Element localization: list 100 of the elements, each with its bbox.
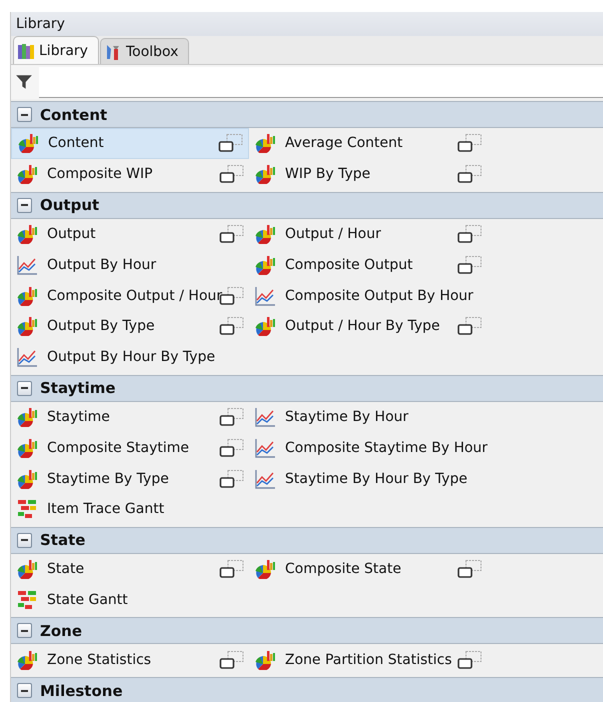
item-label: Staytime <box>47 408 111 425</box>
library-item[interactable]: Staytime By Type <box>11 463 249 494</box>
item-label: Average Content <box>285 135 404 152</box>
popout-windows-icon[interactable] <box>457 316 483 336</box>
library-item[interactable]: Composite Output / Hour <box>11 280 249 311</box>
section-header[interactable]: Content <box>11 101 603 128</box>
line-chart-icon <box>17 347 37 368</box>
library-item[interactable]: Composite Output <box>249 249 487 280</box>
item-label: Zone Partition Statistics <box>285 652 453 668</box>
pie-chart-icon <box>17 559 37 580</box>
library-item[interactable]: Average Content <box>249 128 487 159</box>
popout-windows-icon[interactable] <box>219 438 245 458</box>
books-icon <box>17 42 35 60</box>
popout-windows-icon[interactable] <box>219 468 245 489</box>
library-item[interactable]: Staytime By Hour By Type <box>249 463 487 494</box>
popout-windows-icon[interactable] <box>219 316 245 336</box>
item-label: State <box>47 561 86 578</box>
item-label: Output / Hour By Type <box>285 318 441 334</box>
library-item[interactable]: Composite State <box>249 554 487 585</box>
popout-windows-icon[interactable] <box>457 254 483 275</box>
library-item[interactable]: State Gantt <box>11 584 249 616</box>
popout-windows-icon[interactable] <box>219 224 245 244</box>
popout-windows-icon[interactable] <box>219 406 245 427</box>
pie-chart-icon <box>18 133 38 154</box>
item-label: Composite Staytime <box>47 440 190 456</box>
library-item[interactable]: Staytime <box>11 402 249 432</box>
section-title: Staytime <box>40 379 116 398</box>
item-label: Output / Hour <box>285 226 382 242</box>
library-item[interactable]: Item Trace Gantt <box>11 494 249 525</box>
gantt-chart-icon <box>17 590 37 610</box>
item-label: Item Trace Gantt <box>47 501 166 518</box>
pie-chart-icon <box>17 286 37 306</box>
filter-field[interactable] <box>39 66 603 98</box>
section-title: Content <box>40 106 108 124</box>
collapse-toggle[interactable] <box>17 198 32 213</box>
library-item[interactable]: Content <box>11 128 249 159</box>
pie-chart-icon <box>17 406 37 427</box>
library-item[interactable]: State <box>11 554 249 585</box>
pie-chart-icon <box>255 254 275 275</box>
tab[interactable]: Toolbox <box>100 38 190 64</box>
library-item[interactable]: Composite Staytime By Hour <box>249 432 487 464</box>
section-title: Output <box>40 196 100 214</box>
popout-windows-icon[interactable] <box>457 650 483 670</box>
library-item[interactable]: Output By Hour <box>11 249 249 280</box>
section-header[interactable]: Output <box>11 192 603 219</box>
pie-chart-icon <box>17 316 37 336</box>
section-header[interactable]: Staytime <box>11 374 603 402</box>
tab[interactable]: Library <box>13 36 99 64</box>
filter-icon[interactable] <box>15 73 33 91</box>
section-header[interactable]: Milestone <box>11 677 603 702</box>
popout-windows-icon[interactable] <box>219 559 245 580</box>
library-item[interactable]: Zone Partition Statistics <box>249 644 487 676</box>
library-item[interactable]: Output <box>11 218 249 250</box>
library-item[interactable]: Composite Output By Hour <box>249 280 487 311</box>
popout-windows-icon[interactable] <box>218 133 244 154</box>
item-label: State Gantt <box>47 592 129 608</box>
section-title: Milestone <box>40 682 123 700</box>
item-label: Composite Staytime By Hour <box>285 440 488 456</box>
item-label: Output By Hour By Type <box>47 349 216 366</box>
library-item[interactable]: Output By Hour By Type <box>11 342 249 373</box>
line-chart-icon <box>255 438 275 458</box>
library-item[interactable]: Output / Hour <box>249 218 487 250</box>
pie-chart-icon <box>17 438 37 458</box>
library-item[interactable]: Composite Staytime <box>11 432 249 464</box>
library-item[interactable]: Composite WIP <box>11 158 249 190</box>
pie-chart-icon <box>17 650 37 670</box>
item-label: Output <box>47 226 97 242</box>
pie-chart-icon <box>255 559 275 580</box>
item-label: Composite State <box>285 561 402 578</box>
popout-windows-icon[interactable] <box>457 133 483 154</box>
popout-windows-icon[interactable] <box>457 559 483 580</box>
collapse-toggle[interactable] <box>17 683 32 698</box>
collapse-toggle[interactable] <box>17 623 32 638</box>
panel-title: Library <box>16 16 65 32</box>
pie-chart-icon <box>255 224 275 244</box>
section-header[interactable]: State <box>11 526 603 554</box>
library-item[interactable]: WIP By Type <box>249 158 487 190</box>
section-title: State <box>40 531 86 550</box>
collapse-toggle[interactable] <box>17 532 32 548</box>
item-label: Zone Statistics <box>47 652 152 668</box>
library-item[interactable]: Zone Statistics <box>11 644 249 676</box>
library-item[interactable]: Staytime By Hour <box>249 402 487 432</box>
popout-windows-icon[interactable] <box>457 224 483 244</box>
line-chart-icon <box>17 254 37 275</box>
popout-windows-icon[interactable] <box>219 650 245 670</box>
item-label: Composite Output <box>285 256 414 273</box>
collapse-toggle[interactable] <box>17 380 32 396</box>
popout-windows-icon[interactable] <box>457 164 483 184</box>
pie-chart-icon <box>255 650 275 670</box>
collapse-toggle[interactable] <box>17 107 32 122</box>
line-chart-icon <box>255 468 275 489</box>
library-item[interactable]: Output / Hour By Type <box>249 310 487 342</box>
pie-chart-icon <box>255 164 275 184</box>
gantt-chart-icon <box>17 499 37 520</box>
item-label: Composite Output / Hour <box>47 288 224 304</box>
item-label: WIP By Type <box>285 166 372 182</box>
popout-windows-icon[interactable] <box>219 164 245 184</box>
library-item[interactable]: Output By Type <box>11 310 249 342</box>
item-label: Output By Type <box>47 318 156 334</box>
section-header[interactable]: Zone <box>11 617 603 644</box>
